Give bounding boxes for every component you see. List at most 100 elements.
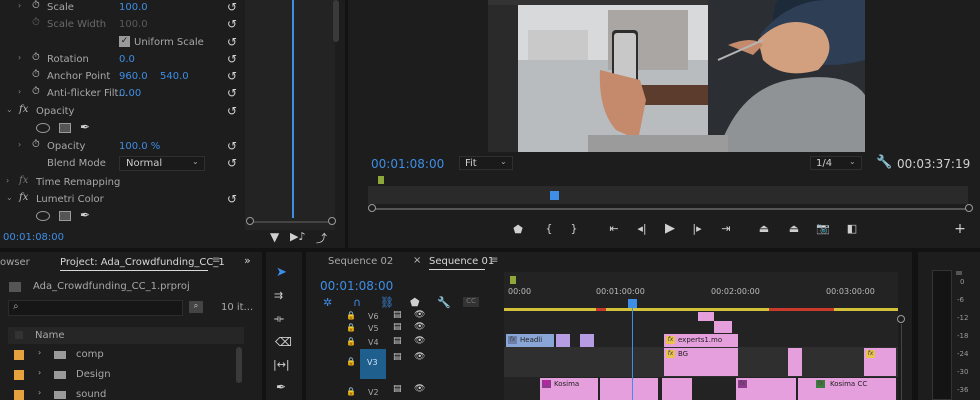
program-timecode[interactable]: 00:01:08:00 xyxy=(371,157,444,171)
clip-v3[interactable] xyxy=(788,348,802,376)
expand-panels-icon[interactable]: » xyxy=(244,254,251,267)
play-only-audio-icon[interactable]: ▶♪ xyxy=(290,230,305,243)
playhead-marker[interactable] xyxy=(628,299,637,308)
zoom-scrollbar[interactable] xyxy=(370,208,970,210)
rectangle-mask-icon[interactable] xyxy=(59,211,71,221)
vertical-scrollbar[interactable] xyxy=(333,0,339,42)
clip-v3[interactable]: fx xyxy=(864,348,896,376)
eye-icon[interactable]: 👁 xyxy=(414,310,425,320)
timeline-tracks-area[interactable]: 00:00 00:01:00:00 00:02:00:00 00:03:00:0… xyxy=(504,272,898,400)
pen-mask-icon[interactable]: ✒ xyxy=(80,208,90,222)
play-icon[interactable]: ▶ xyxy=(662,221,678,236)
stopwatch-icon[interactable]: ⏱ xyxy=(32,0,40,11)
sync-lock-icon[interactable]: ▤ xyxy=(393,310,402,320)
collapse-arrow-icon[interactable]: ⌄ xyxy=(6,193,13,202)
clip-v2[interactable]: fx xyxy=(736,378,796,400)
search-input[interactable]: ⌕ xyxy=(8,300,183,316)
comparison-view-icon[interactable]: ◧ xyxy=(844,222,860,235)
clip-headline[interactable]: fx Headli xyxy=(506,334,554,347)
expand-arrow-icon[interactable]: › xyxy=(38,348,41,357)
scale-value[interactable]: 100.0 xyxy=(119,2,148,13)
eye-icon[interactable]: 👁 xyxy=(414,384,425,394)
reset-icon[interactable]: ↺ xyxy=(227,192,237,206)
expand-arrow-icon[interactable]: › xyxy=(18,140,21,149)
go-to-in-icon[interactable]: ⇤ xyxy=(606,222,622,235)
wrench-icon[interactable]: 🔧 xyxy=(876,155,892,170)
resolution-dropdown[interactable]: 1/4 ⌄ xyxy=(810,156,862,170)
lock-icon[interactable]: 🔒 xyxy=(346,386,356,396)
lift-icon[interactable]: ⏏ xyxy=(756,222,772,235)
reset-icon[interactable]: ↺ xyxy=(227,156,237,170)
rectangle-mask-icon[interactable] xyxy=(59,123,71,133)
sync-lock-icon[interactable]: ▤ xyxy=(393,322,402,332)
anchor-point-y-value[interactable]: 540.0 xyxy=(160,71,189,82)
camera-icon[interactable]: 📷 xyxy=(815,222,831,235)
reset-icon[interactable]: ↺ xyxy=(227,139,237,153)
new-bin-from-search-icon[interactable]: ⌕ xyxy=(189,301,203,313)
uniform-scale-checkbox[interactable]: ✓ xyxy=(119,36,130,47)
nest-icon[interactable]: ✲ xyxy=(323,296,332,309)
track-select-tool-icon[interactable]: ⇉ xyxy=(274,289,283,302)
mark-in-icon[interactable]: { xyxy=(541,222,557,235)
clip-bg[interactable]: fx BG xyxy=(664,348,738,376)
reset-icon[interactable]: ↺ xyxy=(227,104,237,118)
clip-kosima-cc[interactable]: fx Kosima CC xyxy=(798,378,896,400)
vertical-scrollbar[interactable] xyxy=(901,324,902,400)
close-icon[interactable]: × xyxy=(413,255,421,266)
lock-icon[interactable]: 🔒 xyxy=(346,322,356,332)
reset-icon[interactable]: ↺ xyxy=(227,0,237,14)
ellipse-mask-icon[interactable] xyxy=(36,211,50,221)
clip-v2[interactable] xyxy=(662,378,692,400)
vertical-scrollbar[interactable] xyxy=(236,347,242,383)
in-point-marker[interactable] xyxy=(378,176,384,184)
tab-menu-icon[interactable]: ≡ xyxy=(490,255,498,266)
razor-tool-icon[interactable]: ⌫ xyxy=(275,335,292,349)
playhead-marker[interactable] xyxy=(550,191,559,200)
playhead-line[interactable] xyxy=(632,308,633,400)
step-forward-icon[interactable]: |▸ xyxy=(689,222,705,235)
fit-dropdown[interactable]: Fit ⌄ xyxy=(459,156,513,170)
fx-icon[interactable]: fx xyxy=(19,104,28,115)
effect-controls-timecode[interactable]: 00:01:08:00 xyxy=(3,232,64,243)
selection-tool-icon[interactable]: ➤ xyxy=(276,265,287,280)
name-column-header[interactable]: Name xyxy=(8,327,244,344)
clip-v4[interactable] xyxy=(556,334,570,347)
step-back-icon[interactable]: ◂| xyxy=(634,222,650,235)
clip-v5[interactable] xyxy=(714,321,732,333)
tab-media-browser[interactable]: owser xyxy=(0,257,30,268)
lock-icon[interactable]: 🔒 xyxy=(346,310,356,320)
filter-icon[interactable]: ▼ xyxy=(270,230,279,244)
video-frame[interactable] xyxy=(488,0,865,152)
pen-tool-icon[interactable]: ✒ xyxy=(276,380,286,394)
expand-arrow-icon[interactable]: › xyxy=(38,388,41,397)
scroll-handle-left[interactable] xyxy=(246,217,254,225)
blend-mode-dropdown[interactable]: Normal ⌄ xyxy=(119,156,205,171)
reset-icon[interactable]: ↺ xyxy=(227,86,237,100)
reset-icon[interactable]: ↺ xyxy=(227,52,237,66)
horizontal-scrollbar[interactable] xyxy=(254,221,328,223)
track-target-v3[interactable]: V3 xyxy=(360,349,386,379)
add-button-icon[interactable]: + xyxy=(952,221,968,237)
lock-icon[interactable]: 🔒 xyxy=(346,336,356,346)
clip-experts[interactable]: fx experts1.mo xyxy=(664,334,738,347)
expand-arrow-icon[interactable]: › xyxy=(18,1,21,10)
export-icon[interactable]: ⤴ xyxy=(316,230,327,246)
list-item[interactable]: › sound xyxy=(8,387,244,400)
tab-menu-icon[interactable]: ≡ xyxy=(212,255,220,266)
mark-out-icon[interactable]: } xyxy=(566,222,582,235)
expand-arrow-icon[interactable]: › xyxy=(18,53,21,62)
anchor-point-x-value[interactable]: 960.0 xyxy=(119,71,148,82)
sync-lock-icon[interactable]: ▤ xyxy=(393,384,402,394)
reset-icon[interactable]: ↺ xyxy=(227,69,237,83)
eye-icon[interactable]: 👁 xyxy=(414,322,425,332)
rotation-value[interactable]: 0.0 xyxy=(119,54,135,65)
scroll-handle-right[interactable] xyxy=(328,217,336,225)
in-point-marker[interactable] xyxy=(510,276,516,284)
ripple-edit-tool-icon[interactable]: ⟛ xyxy=(274,312,284,326)
eye-icon[interactable]: 👁 xyxy=(414,352,425,362)
tab-sequence-02[interactable]: Sequence 02 xyxy=(328,256,393,267)
marker-icon[interactable]: ⬟ xyxy=(510,223,526,236)
list-item[interactable]: › comp xyxy=(8,347,244,363)
clip-kosima[interactable]: fx Kosima xyxy=(540,378,598,400)
zoom-handle-right[interactable] xyxy=(965,204,973,212)
